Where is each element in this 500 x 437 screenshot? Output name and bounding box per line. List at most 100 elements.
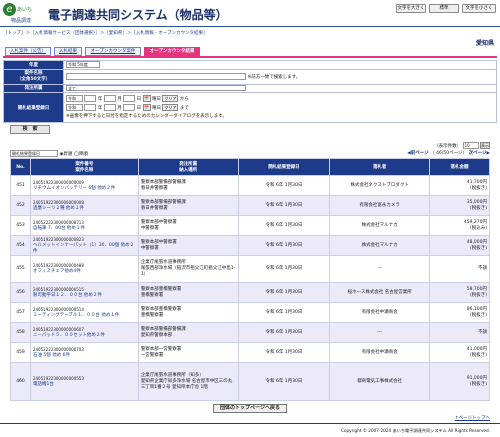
winner-name: 桜ホース株式会社 名古屋営業所 [329,282,431,303]
award-amount: 不調 [478,329,487,335]
clear-from-button[interactable]: クリア [162,95,179,102]
case-name-input[interactable] [66,73,246,80]
table-row: 460 24051922300000000553 電話機1台 企業庁尾張水道事務所（知… [10,362,490,401]
date-from-row: 令和 令和 年 月 日 📅 曜日 クリア から [66,95,494,104]
page-size-control: （表示件数） 10 表示 [434,142,490,149]
case-name-link[interactable]: 石油 5個 他め 6件 [33,353,136,359]
winner-name: 有限会社中瀬商会 [329,342,431,363]
pager: ◀前ページ （ 46/50ページ） 次ページ▶ [407,150,490,156]
date-to-era[interactable]: 令和 [66,104,83,111]
weekday-label: 曜日 [152,106,161,111]
year-select[interactable]: 令和 5年度 [66,61,100,68]
delivery-place: 一宮警察署 [140,352,164,358]
sort-control: 開札結果登録日 ◉昇順 ◯降順 [10,150,88,157]
delivery-place: 尾張西部浄水場（稲沢市祖父江町祖父江中島1-1） [140,266,236,277]
result-date: 令和 6年 1月30日 [237,342,331,363]
table-row: 451 24051922300000000009 リチウムイオンバッテリー 6個 他… [10,175,490,196]
back-to-top-button[interactable]: 団体のトップページへ戻る [213,404,287,413]
year-label: 年度 [3,60,64,70]
delivery-place: 愛知県企業庁知多浄水場 名古屋市中区三の丸三丁目1番２号 愛知県本庁舎 1階 [140,378,233,390]
font-large-button[interactable]: 文字を大きく [396,4,426,13]
results-table: No. 案件番号 案件名称 発注所属 納入場所 開札結果登録日 落札者 落札金額… [10,158,490,401]
row-no: 458 [10,322,31,343]
logo-sub: あいち [17,7,33,13]
case-name-link[interactable]: 耐可動平日１２．００台 他め２件 [33,293,136,299]
col-winner: 落札者 [329,158,431,176]
case-name-link[interactable]: ミーティングテーブル１．００台 他め１件 [33,313,136,319]
tab-open-counter-case[interactable]: オープンカウンタ案件 [85,47,141,56]
award-amount: 不調 [478,266,487,271]
site-logo[interactable]: e あいち 物品調達 [3,3,43,24]
date-to-month[interactable] [103,104,116,111]
case-name-link[interactable]: ヘルメットインナーパット（1）30．00個 他め２件 [33,243,136,255]
case-name-link[interactable]: ニーパッド５．００セット他め２件 [33,333,136,339]
page-size-apply-button[interactable]: 表示 [480,142,490,149]
tax-note: (税抜き) [469,352,487,358]
tab-open-counter-result[interactable]: オープンカウンタ結果 [144,47,200,56]
date-to-year[interactable] [84,104,97,111]
result-date: 令和 6年 1月30日 [237,322,331,343]
sort-select[interactable]: 開札結果登録日 [10,150,58,157]
page-title: 電子調達共同システム（物品等） [48,8,228,22]
font-standard-button[interactable]: 標準 [429,4,459,13]
search-button[interactable]: 検 索 [10,125,50,134]
section-label: 発注所属 [3,83,64,93]
calendar-icon[interactable]: 📅 [142,95,151,102]
winner-name: --- [329,255,431,283]
winner-name: 有限会社富永カメラ [329,195,431,216]
date-from-year[interactable] [84,95,97,102]
col-dept: 発注所属 納入場所 [137,158,239,176]
delivery-place: 愛知県警察本部 [140,332,173,338]
logo-mark-icon: e [3,3,16,16]
date-from-era[interactable]: 令和 [66,95,83,102]
tax-note: (税抜き) [469,245,487,251]
tab-bid-result[interactable]: 入札結果 [54,47,82,56]
next-icon[interactable]: ▶ [487,151,490,156]
case-name-link[interactable]: オフィスチェア他め4件 [33,269,136,275]
winner-name: 有限会社中瀬商会 [329,302,431,323]
month-unit: 月 [117,97,122,102]
date-from-month[interactable] [103,95,116,102]
case-name-link[interactable]: 過塞シーリ２種 他め１件 [33,206,136,212]
table-row: 452 24051922300000000008 過塞シーリ２種 他め１件 警察本部警… [10,195,490,216]
font-small-button[interactable]: 文字を小さく [462,4,496,13]
tax-note: (税抜き) [469,381,487,387]
weekday-label: 曜日 [152,97,161,102]
day-unit: 日 [136,97,142,102]
case-name-link[interactable]: 自転車 7．00台 他め１件 [33,226,136,232]
row-no: 455 [10,255,31,283]
tab-underline [3,56,497,58]
result-date: 令和 6年 1月30日 [237,215,331,236]
date-to-day[interactable] [123,104,136,111]
winner-name: 株式会社マルナカ [329,215,431,236]
next-page-link[interactable]: 次ページ [469,151,487,156]
result-date: 令和 6年 1月30日 [237,282,331,303]
breadcrumb[interactable]: ［トップ］＞［入札情報サービス（団体選択）］＞［愛知県］＞［入札情報 - オープ… [3,30,207,36]
page-size-select[interactable]: 10 [462,142,479,149]
section-select[interactable]: 全て [66,84,246,92]
prev-page-link[interactable]: 前ページ [411,151,429,156]
date-from-day[interactable] [123,95,136,102]
table-row: 458 24051922300000000607 ニーパッド５．００セット他め２件警… [10,322,490,343]
table-row: 457 24051922300000000514 ミーティングテーブル１．００台 他… [10,302,490,323]
col-date: 開札結果登録日 [237,158,331,176]
tab-bid-notice[interactable]: 入札案件（公告） [5,47,51,56]
winner-name: 株式会社ネクストプロダクト [329,175,431,196]
clear-to-button[interactable]: クリア [162,104,179,111]
case-name-link[interactable]: 電話機1台 [33,382,136,388]
copyright: Copyright © 2007-2024 あいち電子調達共同システム All … [341,428,490,433]
case-name-link[interactable]: リチウムイオンバッテリー 6個 他め２件 [33,186,136,192]
row-no: 453 [10,215,31,236]
table-row: 456 24051922300000000515 耐可動平日１２．００台 他め２件警… [10,282,490,303]
page-top-link[interactable]: ↑ページトップへ [455,415,490,421]
calendar-icon[interactable]: 📅 [142,104,151,111]
date-note: ※画像を押下すると日付を指定するためのカレンダーダイアログを表示します。 [66,114,227,119]
tax-note: (税抜き) [469,185,487,191]
tax-note: (税抜き) [469,292,487,298]
logo-main: 物品調達 [11,18,32,24]
col-amount: 落札金額 [429,158,490,176]
prefecture-name: 愛知県 [475,40,494,47]
row-no: 459 [10,342,31,363]
winner-name: --- [329,322,431,343]
winner-name: 株式会社マルナカ [329,235,431,256]
